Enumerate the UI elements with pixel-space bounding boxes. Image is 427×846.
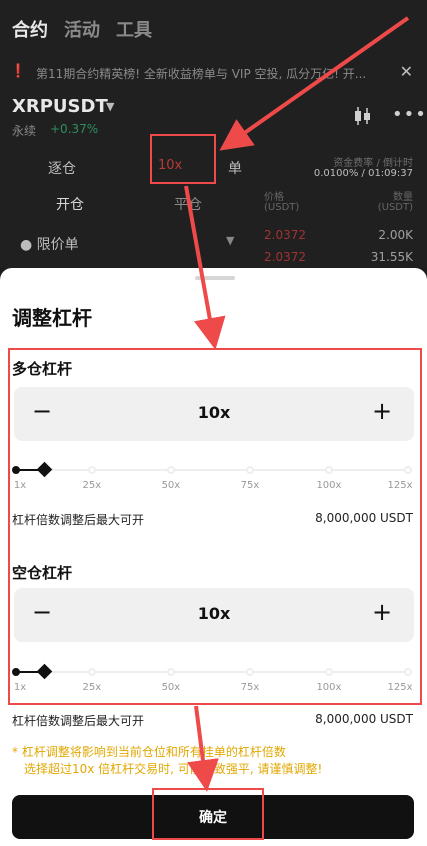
ask-qty: 2.00K (378, 228, 413, 242)
leverage-warning-line2: 选择超过10x 倍杠杆交易时, 可能导致强平, 请谨慎调整! (24, 762, 323, 776)
leverage-highlight-box (150, 134, 216, 184)
slider-tick[interactable] (12, 668, 20, 676)
candlestick-chart-icon[interactable] (352, 106, 374, 126)
long-leverage-slider[interactable]: 1x 25x 50x 75x 100x 125x (12, 461, 413, 500)
slider-mark-label: 25x (82, 480, 102, 491)
tab-contract[interactable]: 合约 (12, 16, 48, 42)
top-tabs: 合约 活动 工具 (12, 16, 152, 42)
slider-tick[interactable] (324, 668, 333, 676)
chevron-down-icon[interactable]: ▼ (106, 100, 114, 113)
slider-tick[interactable] (245, 668, 254, 676)
slider-mark-label: 125x (387, 682, 413, 693)
long-leverage-value[interactable]: 10x (14, 403, 414, 422)
more-icon[interactable]: ••• (392, 104, 427, 125)
slider-mark-label: 125x (387, 480, 413, 491)
tab-open-position[interactable]: 开仓 (56, 194, 84, 214)
slider-mark-label: 100x (316, 480, 342, 491)
slider-mark-label: 100x (316, 682, 342, 693)
chevron-down-icon[interactable]: ▼ (226, 234, 234, 247)
order-unit[interactable]: 单 (228, 158, 242, 178)
contract-type: 永续 (12, 124, 37, 138)
orderbook-price-header: 价格 (264, 192, 284, 203)
slider-tick[interactable] (87, 668, 96, 676)
slider-tick[interactable] (12, 466, 20, 474)
drag-handle[interactable] (195, 276, 235, 280)
long-max-open-label: 杠杆倍数调整后最大可开 (12, 513, 145, 527)
order-type-label: 限价单 (36, 237, 79, 253)
slider-tick[interactable] (245, 466, 254, 474)
announcement-text: 第11期合约精英榜! 全新收益榜单与 VIP 空投, 瓜分万亿! 开... (36, 67, 367, 81)
slider-mark-label: 75x (240, 480, 260, 491)
slider-tick[interactable] (404, 668, 412, 676)
trading-page-background: 合约 活动 工具 ❗ 第11期合约精英榜! 全新收益榜单与 VIP 空投, 瓜分… (0, 0, 427, 268)
short-leverage-stepper: − 10x + (14, 588, 414, 642)
slider-tick[interactable] (404, 466, 412, 474)
orderbook-qty-unit: (USDT) (377, 202, 413, 213)
tab-events[interactable]: 活动 (64, 16, 100, 42)
announcement-bar[interactable]: ❗ 第11期合约精英榜! 全新收益榜单与 VIP 空投, 瓜分万亿! 开... … (0, 60, 427, 86)
slider-mark-label: 25x (82, 682, 102, 693)
slider-thumb[interactable] (37, 663, 53, 680)
slider-mark-label: 50x (161, 682, 181, 693)
leverage-warning-line1: * 杠杆调整将影响到当前仓位和所有挂单的杠杆倍数 (12, 745, 286, 759)
tab-tools[interactable]: 工具 (116, 16, 152, 42)
slider-tick[interactable] (166, 668, 175, 676)
short-plus-button[interactable]: + (370, 598, 394, 626)
margin-mode-selector[interactable]: 逐仓 (48, 158, 76, 178)
funding-rate-value: 0.0100% / 01:09:37 (313, 168, 413, 179)
confirm-button[interactable]: 确定 (12, 795, 414, 839)
long-max-open-value: 8,000,000 USDT (315, 511, 413, 525)
slider-track (16, 469, 408, 471)
slider-thumb[interactable] (37, 461, 53, 478)
orderbook-price-unit: (USDT) (264, 202, 300, 213)
short-max-open-label: 杠杆倍数调整后最大可开 (12, 714, 145, 728)
adjust-leverage-sheet: 调整杠杆 多仓杠杆 − 10x + 1x 25x 50x 75x 100x 125x 杠杆… (0, 268, 427, 846)
slider-mark-label: 1x (13, 682, 27, 693)
close-icon[interactable]: ✕ (400, 62, 413, 81)
ask-price[interactable]: 2.0372 (264, 228, 306, 242)
funding-rate-label: 资金费率 / 倒计时 (333, 158, 413, 169)
short-leverage-slider[interactable]: 1x 25x 50x 75x 100x 125x (12, 663, 413, 702)
order-type-selector[interactable]: ● 限价单 (20, 234, 79, 254)
short-leverage-label: 空仓杠杆 (12, 564, 73, 582)
tab-close-position[interactable]: 平仓 (174, 194, 202, 214)
long-leverage-label: 多仓杠杆 (12, 360, 73, 378)
megaphone-icon: ❗ (10, 64, 27, 79)
long-leverage-stepper: − 10x + (14, 387, 414, 441)
slider-tick[interactable] (324, 466, 333, 474)
sheet-title: 调整杠杆 (12, 306, 92, 330)
slider-mark-label: 75x (240, 682, 260, 693)
ask-price[interactable]: 2.0372 (264, 250, 306, 264)
short-leverage-value[interactable]: 10x (14, 604, 414, 623)
price-change: +0.37% (50, 122, 99, 136)
slider-tick[interactable] (166, 466, 175, 474)
ask-qty: 31.55K (370, 250, 413, 264)
slider-tick[interactable] (87, 466, 96, 474)
slider-mark-label: 1x (13, 480, 27, 491)
long-plus-button[interactable]: + (370, 397, 394, 425)
short-max-open-value: 8,000,000 USDT (315, 712, 413, 726)
symbol-name[interactable]: XRPUSDT (12, 96, 108, 117)
orderbook-qty-header: 数量 (393, 192, 413, 203)
slider-mark-label: 50x (161, 480, 181, 491)
slider-track (16, 671, 408, 673)
